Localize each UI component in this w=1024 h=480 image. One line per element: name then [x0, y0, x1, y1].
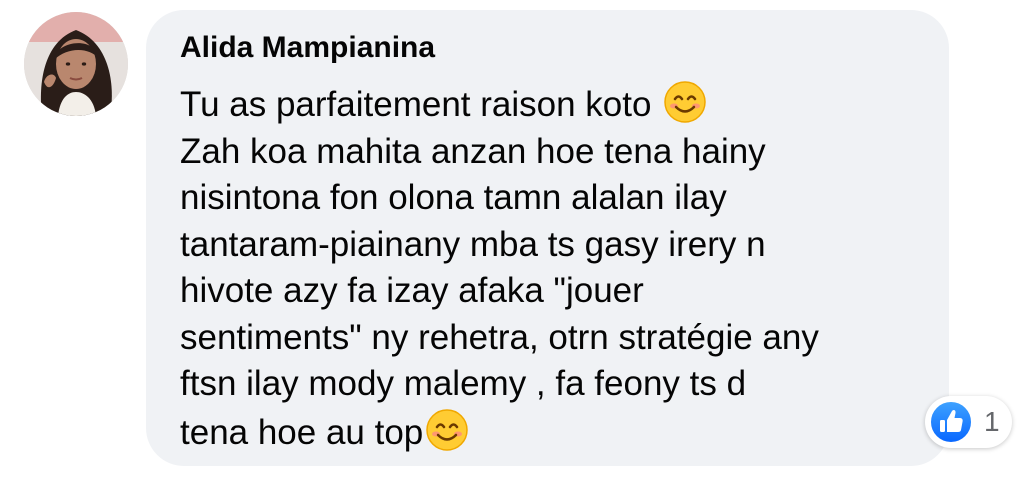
smiling-face-emoji-icon	[425, 408, 469, 452]
avatar[interactable]	[24, 12, 128, 116]
reaction-count: 1	[984, 406, 1000, 437]
profile-photo	[24, 12, 128, 116]
comment-author[interactable]: Alida Mampianina	[180, 30, 435, 66]
comment-line-5: hivote azy fa izay afaka "jouer	[180, 271, 644, 310]
comment-bubble: Alida Mampianina Tu as parfaitement rais…	[146, 10, 949, 466]
comment-line-6: sentiments" ny rehetra, otrn stratégie a…	[180, 317, 819, 357]
comment-row: Alida Mampianina Tu as parfaitement rais…	[0, 0, 1024, 480]
comment-line-8-text: tena hoe au top	[180, 412, 424, 452]
comment-line-3: nisintona fon olona tamn alalan ilay	[180, 178, 727, 217]
comment-line-4: tantaram-piainany mba ts gasy irery n	[180, 224, 766, 264]
comment-line-1: Tu as parfaitement raison koto	[180, 80, 930, 129]
comment-line-2: Zah koa mahita anzan hoe tena hainy	[180, 131, 766, 171]
reaction-summary[interactable]: 1	[925, 396, 1012, 448]
smiling-face-emoji-icon	[663, 80, 707, 124]
comment-line-7: ftsn ilay mody malemy , fa feony ts d	[180, 364, 747, 403]
like-icon	[928, 399, 974, 445]
comment-line-1-text: Tu as parfaitement raison koto	[180, 85, 652, 124]
comment-line-8: tena hoe au top	[180, 408, 930, 457]
comment-text: Tu as parfaitement raison koto Zah koa m…	[180, 80, 930, 456]
